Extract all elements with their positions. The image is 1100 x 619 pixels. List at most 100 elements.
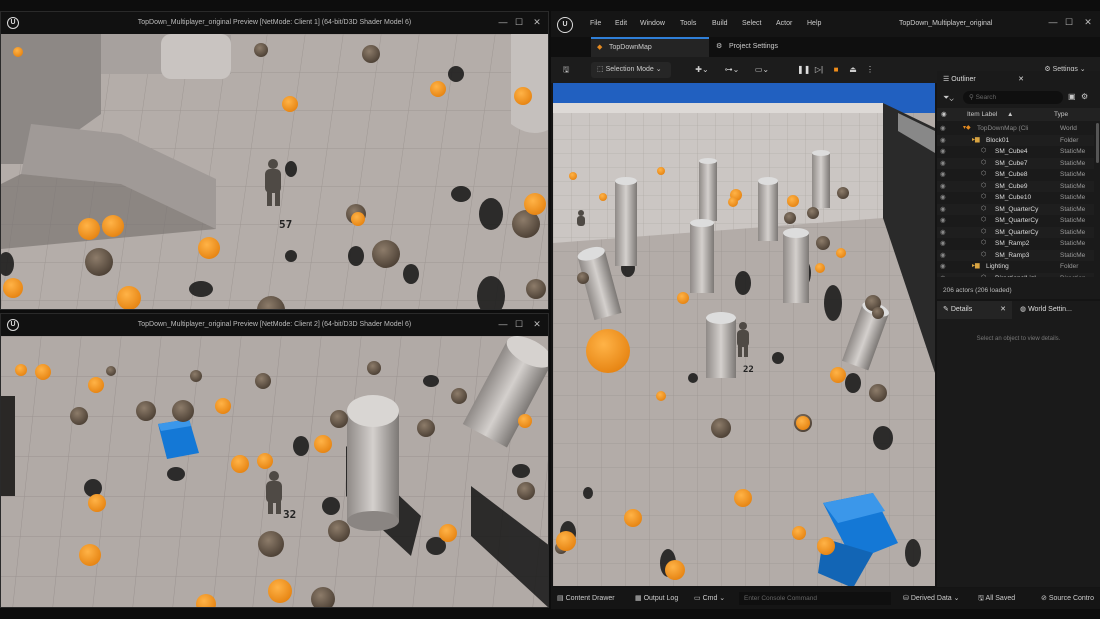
maximize-icon[interactable]: ☐	[1062, 17, 1076, 28]
output-log-label: Output Log	[643, 595, 679, 602]
outliner-row[interactable]: ◉ ⬡ DirectionalLigl Direction	[937, 272, 1094, 278]
pillar	[783, 228, 809, 303]
tab-label: Project Settings	[729, 43, 779, 50]
outliner-row-type: Folder	[1060, 136, 1079, 144]
outliner-row-type: StaticMe	[1060, 205, 1086, 213]
menu-tools[interactable]: Tools	[680, 20, 696, 27]
static-mesh-icon: ⬡	[981, 228, 987, 235]
world-icon: ▾◆	[963, 125, 971, 131]
details-empty-text: Select an object to view details.	[976, 336, 1061, 342]
col-type[interactable]: Type	[1054, 108, 1068, 121]
outliner-row-label: Lighting	[986, 263, 1009, 270]
level-viewport[interactable]: 22	[553, 83, 935, 586]
visibility-eye-icon[interactable]: ◉	[940, 181, 946, 193]
outliner-row-type: StaticMe	[1060, 182, 1086, 190]
pause-button[interactable]: ❚❚	[797, 62, 810, 78]
folder-add-icon[interactable]: ▣	[1068, 92, 1076, 101]
visibility-eye-icon[interactable]: ◉	[940, 158, 946, 170]
col-item-label[interactable]: Item Label	[967, 108, 997, 121]
outliner-row[interactable]: ◉ ⬡ SM_Ramp3 StaticMe	[937, 249, 1094, 262]
visibility-eye-icon[interactable]: ◉	[940, 123, 946, 135]
outliner-row[interactable]: ◉ ⬡ SM_Cube4 StaticMe	[937, 146, 1094, 158]
eject-button[interactable]: ⏏	[847, 62, 859, 78]
minimize-icon[interactable]: —	[1046, 17, 1060, 27]
save-icon[interactable]: 🖫	[559, 62, 573, 78]
details-panel: ✎ Details ✕ ◍ World Settin... Select an …	[937, 301, 1100, 587]
close-tab-icon[interactable]: ✕	[1000, 301, 1006, 319]
outliner-row-type: World	[1060, 125, 1077, 132]
add-actor-icon[interactable]: ✚⌄	[691, 62, 713, 78]
outliner-row[interactable]: ◉ ▸▆ Block01 Folder	[937, 134, 1094, 147]
visibility-eye-icon[interactable]: ◉	[940, 192, 946, 204]
visibility-eye-icon[interactable]: ◉	[940, 250, 946, 262]
cinematics-icon[interactable]: ▭⌄	[751, 62, 773, 78]
visibility-eye-icon[interactable]: ◉	[940, 204, 946, 216]
outliner-search[interactable]: ⚲ Search	[963, 91, 1063, 104]
outliner-row-type: Folder	[1060, 263, 1079, 270]
tab-topdownmap[interactable]: ◆ TopDownMap	[591, 37, 709, 57]
output-log-button[interactable]: ▦ Output Log	[635, 594, 678, 602]
step-button[interactable]: ▷|	[813, 62, 825, 78]
outliner-row[interactable]: ◉ ⬡ SM_Cube8 StaticMe	[937, 169, 1094, 181]
filter-icon[interactable]: ⏷⌄	[943, 93, 954, 103]
outliner-row-type: StaticMe	[1060, 171, 1086, 178]
maximize-icon[interactable]: ☐	[512, 17, 526, 28]
close-icon[interactable]: ✕	[530, 17, 544, 28]
settings-icon[interactable]: ⚙	[1081, 92, 1088, 101]
client2-viewport[interactable]: 32	[1, 336, 548, 607]
visibility-eye-icon[interactable]: ◉	[940, 273, 946, 278]
minimize-icon[interactable]: —	[496, 17, 510, 27]
blueprint-icon[interactable]: ⊶⌄	[721, 62, 743, 78]
outliner-row[interactable]: ◉ ⬡ SM_Cube10 StaticMe	[937, 192, 1094, 204]
tab-project-settings[interactable]: ⚙ Project Settings	[711, 37, 821, 57]
client2-titlebar[interactable]: U TopDown_Multiplayer_original Preview […	[1, 314, 548, 336]
menu-window[interactable]: Window	[640, 20, 665, 27]
close-tab-icon[interactable]: ✕	[1018, 71, 1024, 89]
visibility-eye-icon[interactable]: ◉	[940, 238, 946, 250]
outliner-row[interactable]: ◉ ⬡ SM_QuarterCy StaticMe	[937, 203, 1094, 216]
visibility-eye-icon[interactable]: ◉	[940, 261, 946, 273]
outliner-row[interactable]: ◉ ⬡ SM_QuarterCy StaticMe	[937, 215, 1094, 227]
visibility-eye-icon[interactable]: ◉	[940, 169, 946, 181]
visibility-eye-icon[interactable]: ◉	[940, 215, 946, 227]
menu-edit[interactable]: Edit	[615, 20, 627, 27]
outliner-row-label: SM_Cube4	[995, 148, 1028, 155]
details-tab[interactable]: ✎ Details ✕	[937, 301, 1012, 319]
static-mesh-icon: ⬡	[981, 205, 987, 212]
editor-menubar: U File Edit Window Tools Build Select Ac…	[551, 11, 1100, 37]
outliner-scrollbar[interactable]	[1096, 123, 1099, 163]
outliner-row[interactable]: ◉ ⬡ SM_Cube7 StaticMe	[937, 157, 1094, 170]
close-icon[interactable]: ✕	[1081, 17, 1095, 28]
visibility-eye-icon[interactable]: ◉	[940, 146, 946, 158]
visibility-eye-icon[interactable]: ◉	[940, 227, 946, 239]
maximize-icon[interactable]: ☐	[512, 319, 526, 330]
close-icon[interactable]: ✕	[530, 319, 544, 330]
menu-help[interactable]: Help	[807, 20, 821, 27]
outliner-tab[interactable]: ☰ Outliner ✕	[937, 71, 1032, 89]
stop-button[interactable]: ■	[830, 62, 842, 78]
search-icon: ⚲	[969, 94, 974, 101]
visibility-eye-icon[interactable]: ◉	[940, 135, 946, 147]
outliner-row[interactable]: ◉ ⬡ SM_Ramp2 StaticMe	[937, 238, 1094, 250]
menu-actor[interactable]: Actor	[776, 20, 792, 27]
options-icon[interactable]: ⋮	[864, 62, 876, 78]
menu-select[interactable]: Select	[742, 20, 761, 27]
content-drawer-button[interactable]: ▤ Content Drawer	[557, 594, 615, 602]
selection-mode-dropdown[interactable]: ⬚ Selection Mode ⌄	[591, 62, 671, 78]
menu-file[interactable]: File	[590, 20, 601, 27]
world-settings-tab[interactable]: ◍ World Settin...	[1014, 301, 1100, 319]
derived-data-button[interactable]: ⛁ Derived Data ⌄	[903, 594, 960, 602]
outliner-row[interactable]: ◉ ⬡ SM_Cube9 StaticMe	[937, 180, 1094, 193]
cmd-dropdown[interactable]: ▭ Cmd ⌄	[694, 594, 725, 602]
source-control-button[interactable]: ⊘ Source Contro	[1041, 594, 1094, 602]
outliner-tab-label: Outliner	[951, 76, 976, 83]
all-saved-button[interactable]: 🖫 All Saved	[978, 594, 1015, 605]
outliner-row[interactable]: ◉ ▸▆ Lighting Folder	[937, 261, 1094, 273]
menu-build[interactable]: Build	[712, 20, 728, 27]
outliner-row[interactable]: ◉ ▾◆ TopDownMap (Cli World	[937, 123, 1094, 135]
console-input[interactable]: Enter Console Command	[739, 592, 891, 605]
outliner-row[interactable]: ◉ ⬡ SM_QuarterCy StaticMe	[937, 226, 1094, 239]
client1-titlebar[interactable]: U TopDown_Multiplayer_original Preview […	[1, 12, 548, 34]
minimize-icon[interactable]: —	[496, 319, 510, 329]
client1-viewport[interactable]: 57	[1, 34, 548, 309]
